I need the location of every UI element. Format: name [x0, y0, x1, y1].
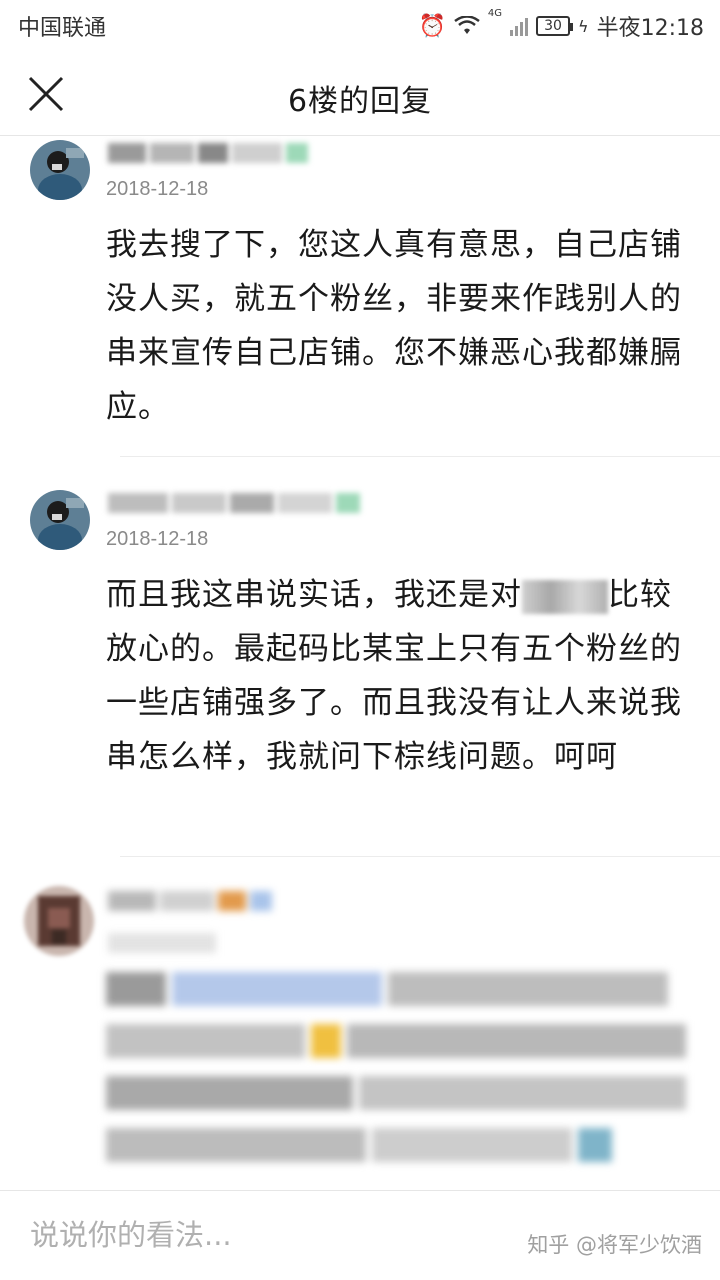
pixelated-comment-text [106, 972, 686, 1162]
battery-level: 30 [544, 18, 562, 34]
comment-item-blurred [0, 880, 720, 1180]
redacted-text [522, 579, 608, 614]
comment-input[interactable] [30, 1213, 490, 1257]
avatar[interactable] [24, 886, 94, 956]
comment-item: 2018-12-18 而且我这串说实话，我还是对 比较放心的。最起码比某宝上只有五… [0, 486, 720, 856]
comment-text: 而且我这串说实话，我还是对 比较放心的。最起码比某宝上只有五个粉丝的一些店铺强多了… [106, 568, 686, 784]
comment-date: 2018-12-18 [106, 178, 209, 200]
date-blurred [108, 932, 220, 958]
status-icons: ⏰ 4G 30 ϟ 半夜12:18 [418, 8, 705, 42]
comment-date: 2018-12-18 [106, 528, 209, 550]
comment-item: 2018-12-18 我去搜了下，您这人真有意思，自己店铺没人买，就五个粉丝，非… [0, 136, 720, 456]
comment-text-part1: 而且我这串说实话，我还是对 [106, 577, 522, 613]
wifi-icon [454, 16, 480, 34]
username-blurred[interactable] [108, 142, 312, 168]
carrier-label: 中国联通 [18, 16, 107, 41]
zhihu-watermark: 知乎 @将军少饮酒 [527, 1233, 702, 1257]
alarm-clock-icon: ⏰ [418, 13, 446, 39]
divider [120, 456, 720, 457]
network-type: 4G [487, 8, 503, 19]
status-bar: 中国联通 ⏰ 4G 30 ϟ 半夜12:18 [0, 0, 720, 52]
username-blurred[interactable] [108, 890, 276, 916]
comment-input-bar: 知乎 @将军少饮酒 [0, 1190, 720, 1280]
avatar[interactable] [30, 140, 90, 200]
charging-icon: ϟ [578, 16, 589, 36]
username-blurred[interactable] [108, 492, 364, 518]
signal-icon [510, 16, 529, 36]
top-header: 6楼的回复 [0, 52, 720, 136]
page-title: 6楼的回复 [287, 84, 433, 119]
comment-text: 我去搜了下，您这人真有意思，自己店铺没人买，就五个粉丝，非要来作践别人的串来宣传… [106, 227, 682, 425]
battery-icon: 30 [536, 16, 574, 36]
avatar[interactable] [30, 490, 90, 550]
divider [120, 856, 720, 857]
clock-time: 半夜12:18 [596, 16, 704, 41]
